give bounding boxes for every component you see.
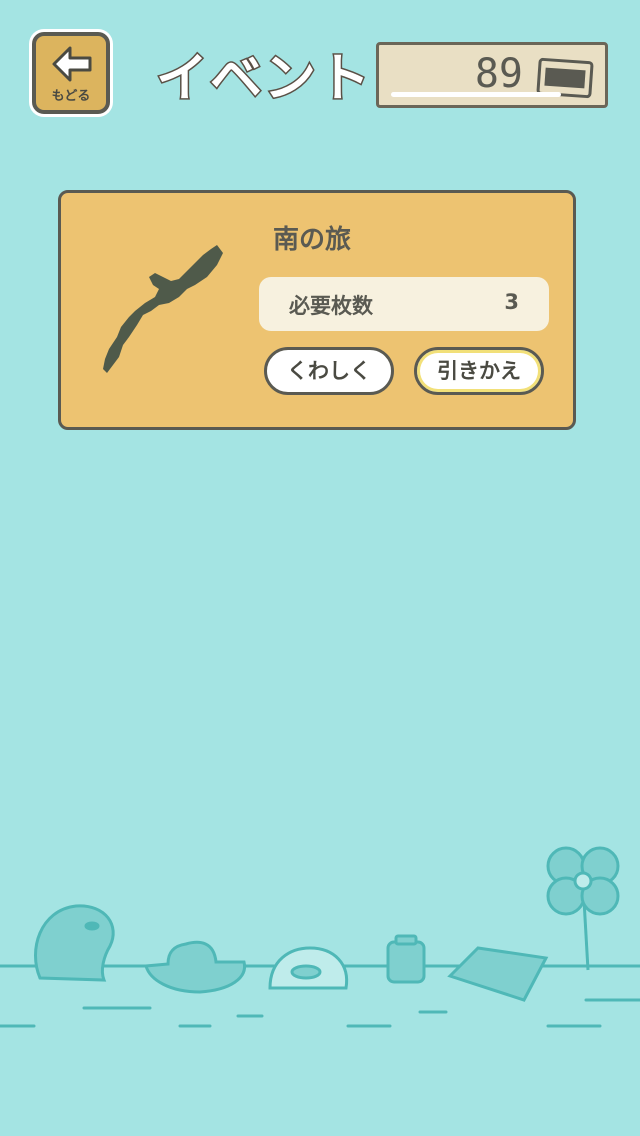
ticket-counter: 89 — [376, 42, 608, 108]
event-card: 南の旅 必要枚数 3 くわしく 引きかえ — [58, 190, 576, 430]
required-count-value: 3 — [504, 290, 519, 314]
ground-scene — [0, 846, 640, 1028]
lantern-icon — [386, 934, 426, 984]
frog-icon — [34, 904, 115, 982]
mat-icon — [447, 946, 549, 1002]
page-title: イベント — [154, 48, 373, 111]
back-button-label: もどる — [51, 89, 91, 104]
hat-icon — [144, 940, 247, 994]
back-arrow-icon — [52, 46, 92, 82]
clover-icon — [546, 846, 620, 971]
required-count-row: 必要枚数 3 — [259, 277, 549, 331]
back-button[interactable]: もどる — [32, 32, 110, 114]
event-title: 南の旅 — [273, 225, 352, 255]
ticket-count: 89 — [474, 51, 523, 97]
details-button[interactable]: くわしく — [264, 347, 394, 395]
required-count-label: 必要枚数 — [289, 294, 373, 318]
exchange-button[interactable]: 引きかえ — [414, 347, 544, 395]
island-map-icon — [103, 245, 223, 373]
counter-highlight — [391, 92, 561, 97]
tent-icon — [268, 946, 349, 990]
